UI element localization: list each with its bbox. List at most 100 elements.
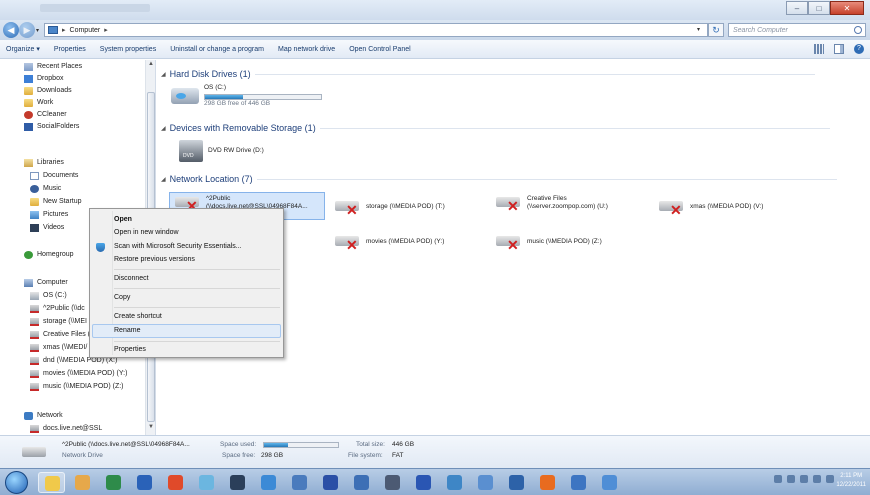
taskbar-app-14[interactable] [441, 472, 468, 493]
menu-rename[interactable]: Rename [114, 327, 140, 334]
start-button[interactable] [5, 471, 28, 494]
volume-icon[interactable] [813, 475, 821, 483]
nav-drive-c[interactable]: OS (C:) [30, 290, 67, 301]
menu-copy[interactable]: Copy [114, 294, 130, 301]
nav-xmas[interactable]: xmas (\\MEDI/ [30, 342, 87, 353]
firefox-app-icon [540, 475, 555, 490]
nav-ccleaner[interactable]: CCleaner [24, 109, 67, 120]
network-status-icon[interactable] [826, 475, 834, 483]
breadcrumb-computer[interactable]: Computer [70, 27, 101, 34]
taskbar-firefox-app[interactable] [534, 472, 561, 493]
nav-homegroup[interactable]: Homegroup [24, 249, 74, 260]
search-input[interactable]: Search Computer [728, 23, 866, 37]
tray-icon[interactable] [774, 475, 782, 483]
nav-creative-files[interactable]: Creative Files ( [30, 329, 90, 340]
menu-properties[interactable]: Properties [114, 346, 146, 353]
collapse-icon[interactable]: ◢ [161, 125, 166, 132]
taskbar-chrome-app[interactable] [162, 472, 189, 493]
help-icon[interactable]: ? [854, 44, 864, 54]
nav-network[interactable]: Network [24, 410, 63, 421]
drive-dvd-d[interactable]: DVD RW Drive (D:) [179, 140, 264, 162]
taskbar-app-10[interactable] [317, 472, 344, 493]
tray-icon[interactable] [800, 475, 808, 483]
collapse-icon[interactable]: ◢ [161, 71, 166, 78]
collapse-icon[interactable]: ◢ [161, 176, 166, 183]
back-button[interactable]: ◀ [3, 22, 19, 38]
minimize-button[interactable]: – [786, 1, 808, 15]
taskbar-app-13[interactable] [410, 472, 437, 493]
nav-new-startup[interactable]: New Startup [30, 196, 82, 207]
nav-pictures[interactable]: Pictures [30, 209, 68, 220]
clock[interactable]: 2:11 PM 12/22/2011 [836, 472, 866, 490]
nav-music-drive[interactable]: music (\\MEDIA POD) (Z:) [30, 381, 124, 392]
menu-open-new-window[interactable]: Open in new window [114, 229, 179, 236]
taskbar-app-6[interactable] [193, 472, 220, 493]
network-location-storage[interactable]: ✕ storage (\\MEDIA POD) (T:) [333, 198, 445, 217]
refresh-icon: ↻ [712, 24, 720, 35]
taskbar-app-3[interactable] [100, 472, 127, 493]
taskbar-app-19[interactable] [596, 472, 623, 493]
nav-storage[interactable]: storage (\\MEI [30, 316, 87, 327]
taskbar-ie-app[interactable] [255, 472, 282, 493]
taskbar-explorer-app[interactable] [38, 472, 65, 493]
tile-line-1: storage (\\MEDIA POD) (T:) [366, 203, 445, 210]
breadcrumb-arrow[interactable]: ▸ [104, 26, 108, 34]
close-button[interactable]: ✕ [830, 1, 864, 15]
address-dropdown-icon[interactable]: ▾ [697, 26, 700, 33]
nav-2public[interactable]: ^2Public (\\dc [30, 303, 85, 314]
menu-open[interactable]: Open [114, 216, 132, 223]
organize-button[interactable]: Organize ▾ [6, 45, 40, 53]
forward-button[interactable]: ▶ [19, 22, 35, 38]
nav-downloads[interactable]: Downloads [24, 85, 72, 96]
nav-dropbox[interactable]: Dropbox [24, 73, 63, 84]
menu-scan-security-essentials[interactable]: Scan with Microsoft Security Essentials.… [114, 243, 242, 250]
nav-documents[interactable]: Documents [30, 170, 78, 181]
network-location-creative-files[interactable]: ✕ Creative Files (\\server.zoompop.com) … [494, 194, 608, 213]
uninstall-program-button[interactable]: Uninstall or change a program [170, 46, 264, 53]
nav-docs-live[interactable]: docs.live.net@SSL [30, 423, 102, 434]
menu-disconnect[interactable]: Disconnect [114, 275, 149, 282]
taskbar-steam-app[interactable] [224, 472, 251, 493]
taskbar-app-4[interactable] [131, 472, 158, 493]
nav-recent-places[interactable]: Recent Places [24, 61, 82, 72]
group-network-location[interactable]: ◢ Network Location (7) [161, 174, 861, 184]
network-location-movies[interactable]: ✕ movies (\\MEDIA POD) (Y:) [333, 233, 444, 252]
refresh-button[interactable]: ↻ [708, 23, 724, 37]
tile-line-2: (\\server.zoompop.com) (U:) [527, 203, 608, 210]
network-location-music[interactable]: ✕ music (\\MEDIA POD) (Z:) [494, 233, 602, 252]
nav-libraries[interactable]: Libraries [24, 157, 64, 168]
change-view-icon[interactable] [814, 44, 824, 54]
drive-os-c[interactable]: OS (C:) 298 GB free of 446 GB [171, 84, 322, 108]
breadcrumb-root-arrow[interactable]: ▸ [62, 26, 66, 34]
taskbar-app-12[interactable] [379, 472, 406, 493]
taskbar-app-11[interactable] [348, 472, 375, 493]
address-bar[interactable]: ▸ Computer ▸ [44, 23, 708, 37]
taskbar-app-9[interactable] [286, 472, 313, 493]
menu-restore-previous-versions[interactable]: Restore previous versions [114, 256, 195, 263]
nav-socialfolders[interactable]: SocialFolders [24, 121, 79, 132]
taskbar-app-18[interactable] [565, 472, 592, 493]
nav-computer[interactable]: Computer [24, 277, 68, 288]
nav-videos[interactable]: Videos [30, 222, 64, 233]
recent-pages-dropdown[interactable]: ▾ [36, 27, 39, 34]
nav-item-label: Documents [43, 172, 79, 179]
maximize-button[interactable]: □ [808, 1, 830, 15]
nav-music[interactable]: Music [30, 183, 61, 194]
group-hard-disk-drives[interactable]: ◢ Hard Disk Drives (1) [161, 69, 861, 79]
taskbar-app-15[interactable] [472, 472, 499, 493]
tray-icon[interactable] [787, 475, 795, 483]
nav-movies[interactable]: movies (\\MEDIA POD) (Y:) [30, 368, 127, 379]
network-location-xmas[interactable]: ✕ xmas (\\MEDIA POD) (V:) [657, 198, 763, 217]
taskbar-app-16[interactable] [503, 472, 530, 493]
system-properties-button[interactable]: System properties [100, 46, 156, 53]
group-removable-storage[interactable]: ◢ Devices with Removable Storage (1) [161, 123, 861, 133]
open-control-panel-button[interactable]: Open Control Panel [349, 46, 410, 53]
scroll-down-icon[interactable]: ▼ [147, 424, 155, 432]
preview-pane-icon[interactable] [834, 44, 844, 54]
map-network-drive-button[interactable]: Map network drive [278, 46, 335, 53]
taskbar-app-2[interactable] [69, 472, 96, 493]
scroll-up-icon[interactable]: ▲ [147, 61, 155, 69]
properties-button[interactable]: Properties [54, 46, 86, 53]
menu-create-shortcut[interactable]: Create shortcut [114, 313, 162, 320]
nav-work[interactable]: Work [24, 97, 53, 108]
